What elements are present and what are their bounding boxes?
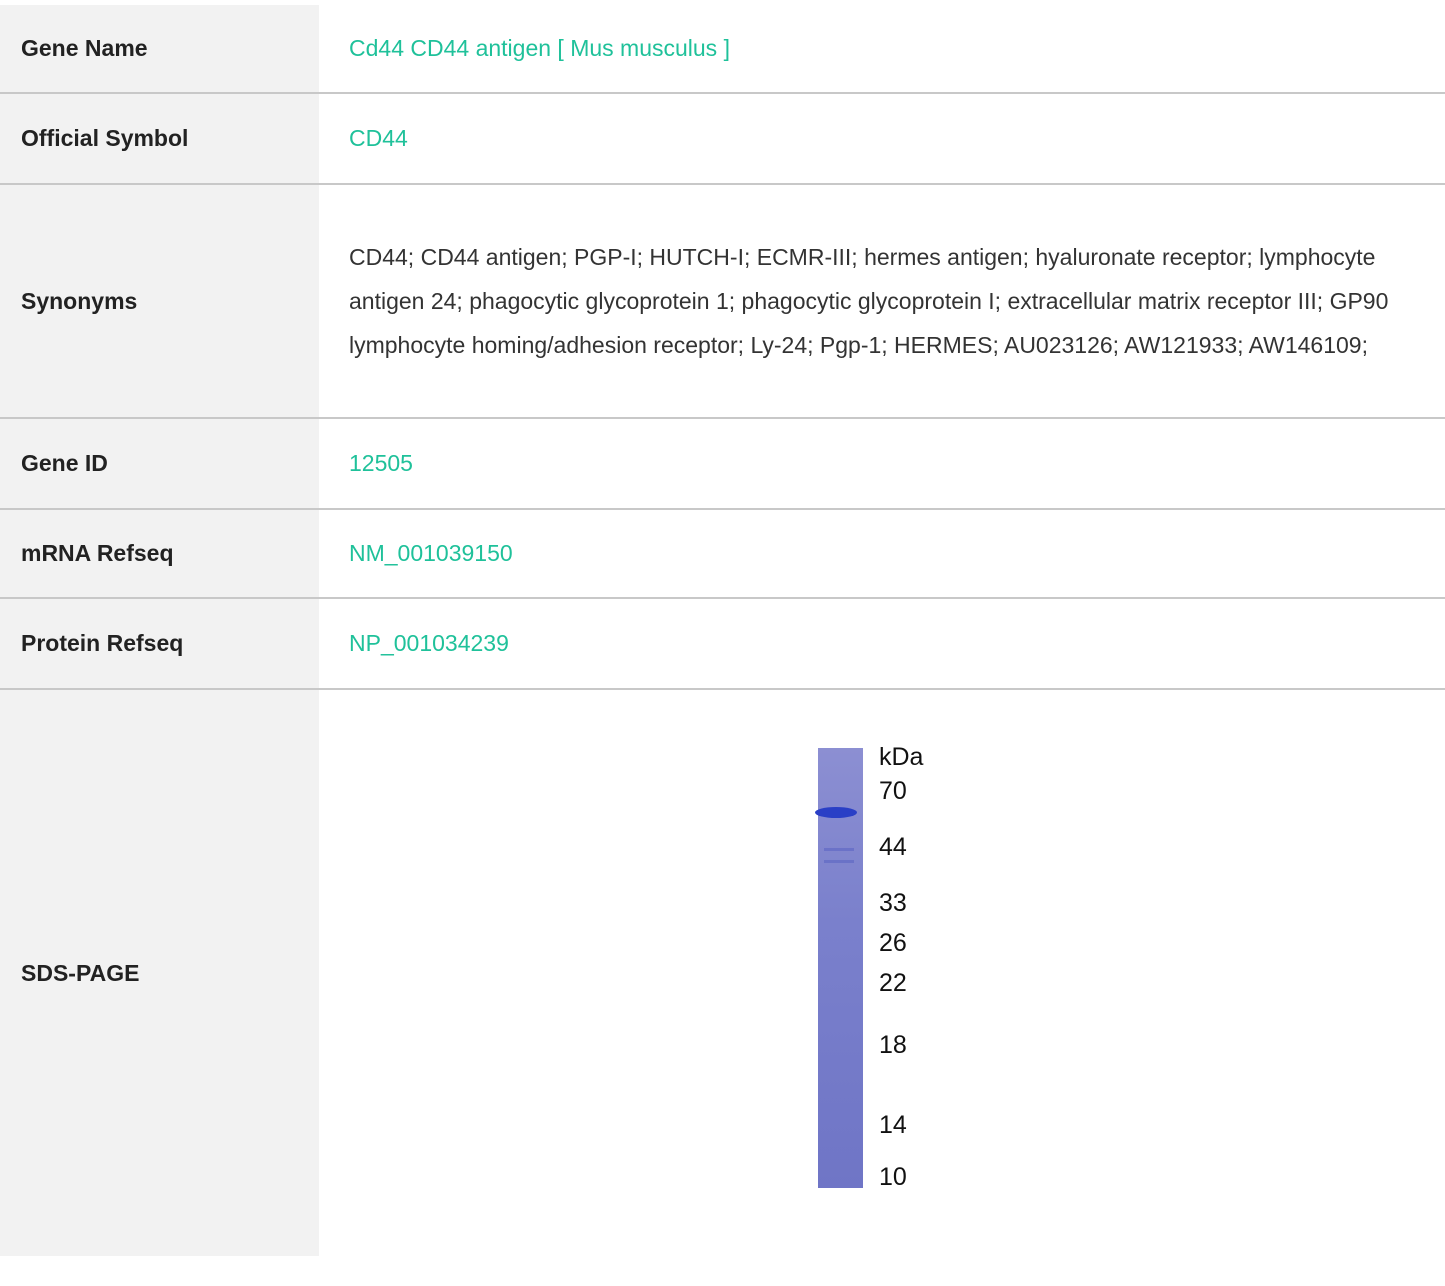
official-symbol-link[interactable]: CD44	[349, 125, 408, 152]
synonyms-label: Synonyms	[0, 185, 319, 417]
gene-name-link[interactable]: Cd44 CD44 antigen [ Mus musculus ]	[349, 35, 730, 62]
sds-page-label: SDS-PAGE	[0, 690, 319, 1256]
mrna-refseq-label: mRNA Refseq	[0, 510, 319, 597]
row-sds-page: SDS-PAGE kDa 70 44 33 26 22 18 14 10	[0, 690, 1445, 1256]
official-symbol-label: Official Symbol	[0, 94, 319, 183]
mrna-refseq-link[interactable]: NM_001039150	[349, 540, 513, 567]
marker-label: 44	[879, 833, 907, 861]
marker-label: 10	[879, 1163, 907, 1191]
row-gene-id: Gene ID 12505	[0, 419, 1445, 510]
marker-label: 22	[879, 969, 907, 997]
gene-name-label: Gene Name	[0, 5, 319, 92]
marker-label: 33	[879, 889, 907, 917]
gene-id-label: Gene ID	[0, 419, 319, 508]
gene-id-link[interactable]: 12505	[349, 450, 413, 477]
gel-lane	[815, 748, 863, 1188]
row-protein-refseq: Protein Refseq NP_001034239	[0, 599, 1445, 690]
row-synonyms: Synonyms CD44; CD44 antigen; PGP-I; HUTC…	[0, 185, 1445, 419]
protein-refseq-label: Protein Refseq	[0, 599, 319, 688]
gene-info-table: Gene Name Cd44 CD44 antigen [ Mus muscul…	[0, 5, 1445, 1256]
row-mrna-refseq: mRNA Refseq NM_001039150	[0, 510, 1445, 599]
sds-page-gel-image: kDa 70 44 33 26 22 18 14 10	[793, 713, 971, 1217]
marker-label: 70	[879, 777, 907, 805]
protein-refseq-link[interactable]: NP_001034239	[349, 630, 509, 657]
faint-band	[824, 860, 854, 863]
marker-label: 18	[879, 1031, 907, 1059]
faint-band	[824, 848, 854, 851]
marker-label: 14	[879, 1111, 907, 1139]
sds-page-image-area: kDa 70 44 33 26 22 18 14 10	[319, 690, 1445, 1256]
row-gene-name: Gene Name Cd44 CD44 antigen [ Mus muscul…	[0, 5, 1445, 94]
row-official-symbol: Official Symbol CD44	[0, 94, 1445, 185]
marker-label: 26	[879, 929, 907, 957]
protein-band	[815, 807, 857, 818]
gel-unit-label: kDa	[879, 743, 924, 771]
synonyms-value: CD44; CD44 antigen; PGP-I; HUTCH-I; ECMR…	[349, 244, 1389, 358]
